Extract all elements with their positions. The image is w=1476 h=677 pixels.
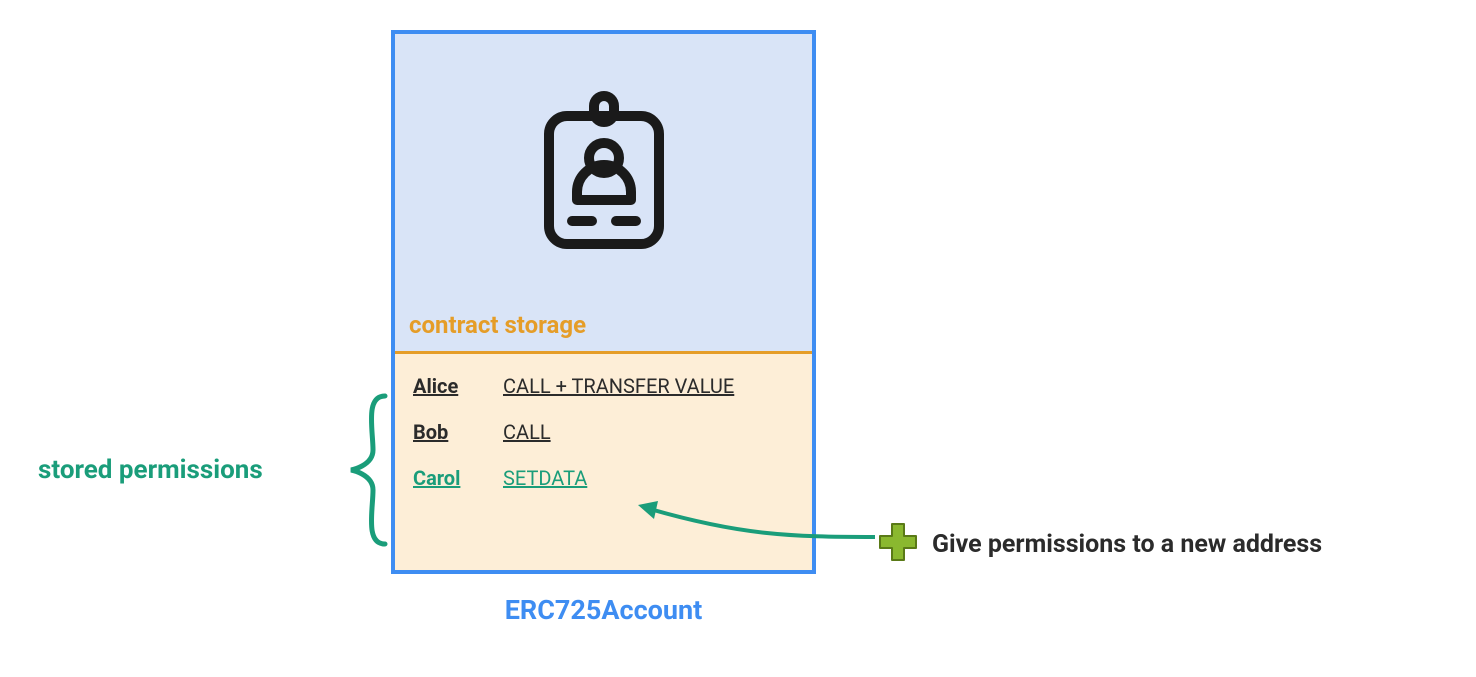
account-header: contract storage (395, 34, 812, 351)
erc725-account-box: contract storage Alice CALL + TRANSFER V… (391, 30, 816, 574)
stored-permissions-label: stored permissions (38, 455, 263, 485)
erc725-permissions-diagram: contract storage Alice CALL + TRANSFER V… (0, 0, 1476, 677)
arrow-icon (630, 495, 880, 559)
contract-storage-label: contract storage (409, 311, 798, 339)
permission-name: Carol (413, 466, 473, 490)
curly-brace-icon (345, 390, 389, 554)
permission-name: Alice (413, 374, 473, 398)
permission-value: CALL (503, 420, 551, 444)
permission-row: Alice CALL + TRANSFER VALUE (413, 374, 794, 398)
account-title: ERC725Account (391, 594, 816, 626)
permission-row: Bob CALL (413, 420, 794, 444)
give-permissions-annotation: Give permissions to a new address (878, 522, 1322, 566)
permission-value: CALL + TRANSFER VALUE (503, 374, 734, 398)
permission-row-new: Carol SETDATA (413, 466, 794, 490)
plus-icon (878, 522, 918, 566)
give-permissions-label: Give permissions to a new address (932, 530, 1322, 559)
permission-value: SETDATA (503, 466, 587, 490)
permission-name: Bob (413, 420, 473, 444)
id-card-icon (539, 90, 669, 254)
